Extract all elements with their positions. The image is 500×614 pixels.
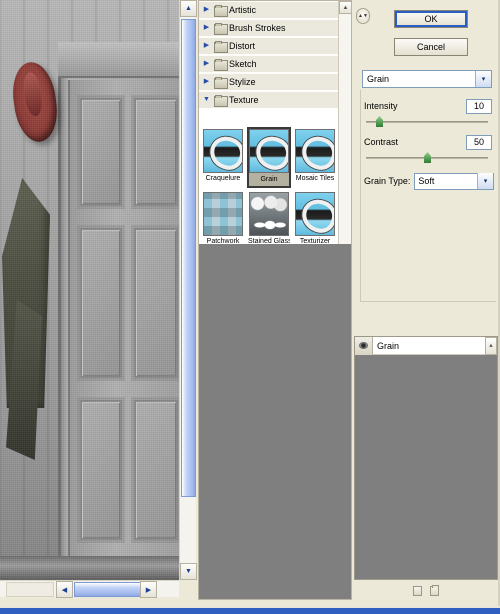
filter-thumb-label: Stained Glass — [248, 238, 290, 244]
intensity-slider-track[interactable] — [366, 121, 488, 123]
filter-thumb-mosaic-tiles[interactable]: Mosaic Tiles — [293, 127, 337, 188]
category-label: Distort — [229, 40, 256, 51]
grain-type-label: Grain Type: — [364, 176, 411, 186]
filter-thumb-label: Grain — [260, 176, 278, 183]
filter-thumbnail-grid: Craquelure Grain Mosaic Tiles Patchwork … — [201, 127, 337, 244]
category-label: Brush Strokes — [229, 22, 286, 33]
chevron-right-icon[interactable]: ▶ — [202, 78, 211, 85]
preview-vertical-scroll-thumb[interactable] — [181, 19, 196, 497]
filter-thumb-patchwork[interactable]: Patchwork — [201, 190, 245, 244]
category-row-stylize[interactable]: ▶ Stylize — [199, 73, 351, 91]
preview-horizontal-scrollbar[interactable]: ◀ ▶ — [0, 580, 179, 598]
filter-preview-image — [203, 129, 243, 173]
effect-layers-list[interactable]: Grain ▲ — [354, 336, 498, 580]
contrast-label: Contrast — [364, 137, 399, 147]
folder-icon — [214, 94, 228, 107]
effect-layer-name: Grain — [377, 340, 400, 351]
filter-thumb-label: Texturizer — [299, 238, 331, 244]
intensity-label: Intensity — [364, 101, 398, 111]
filter-gallery-pane: ▶ Artistic ▶ Brush Strokes ▶ Distort ▶ S… — [198, 0, 352, 600]
category-row-artistic[interactable]: ▶ Artistic — [199, 1, 351, 19]
gallery-empty-area — [338, 244, 351, 599]
grain-type-row: Grain Type: Soft ▾ — [364, 172, 494, 190]
grain-type-select[interactable]: Soft ▾ — [414, 172, 494, 190]
filter-thumb-label: Craquelure — [205, 175, 241, 182]
contrast-value-input[interactable]: 50 — [466, 134, 492, 150]
folder-icon — [214, 76, 228, 89]
filter-preview-image — [249, 192, 289, 236]
scroll-up-icon[interactable]: ▲ — [485, 337, 497, 355]
filter-preview-image — [203, 192, 243, 236]
image-preview-pane: ▲ ▼ ▼ ◀ ▶ — [0, 0, 197, 600]
chevron-right-icon[interactable]: ▶ — [202, 60, 211, 67]
filter-thumb-stained-glass[interactable]: Stained Glass — [247, 190, 291, 244]
scroll-left-icon[interactable]: ◀ — [56, 581, 73, 598]
filter-thumb-grain[interactable]: Grain — [247, 127, 291, 188]
effect-layer-row[interactable]: Grain ▲ — [355, 336, 497, 355]
filter-preview-image — [295, 129, 335, 173]
scroll-up-icon[interactable]: ▲ — [180, 0, 197, 17]
contrast-slider[interactable] — [366, 152, 488, 164]
intensity-slider-knob[interactable] — [376, 116, 383, 127]
filter-preview-image — [295, 192, 335, 236]
eye-icon — [359, 342, 368, 349]
delete-effect-layer-icon[interactable] — [430, 585, 439, 596]
effect-layers-toolbar — [354, 584, 498, 598]
intensity-slider[interactable] — [366, 116, 488, 128]
chevron-down-icon[interactable]: ▼ — [202, 96, 211, 103]
chevron-down-icon[interactable]: ▾ — [475, 71, 491, 87]
folder-icon — [214, 40, 228, 53]
filter-preview-image — [249, 129, 289, 173]
intensity-value-input[interactable]: 10 — [466, 98, 492, 114]
category-row-brush-strokes[interactable]: ▶ Brush Strokes — [199, 19, 351, 37]
photo-grain-overlay — [0, 0, 179, 580]
chevron-down-icon[interactable]: ▾ — [477, 173, 493, 189]
scroll-right-icon[interactable]: ▶ — [140, 581, 157, 598]
category-row-texture[interactable]: ▼ Texture — [199, 91, 351, 109]
gallery-scrollbar[interactable]: ▲ — [338, 1, 351, 244]
folder-icon — [214, 22, 228, 35]
grain-type-value: Soft — [418, 176, 435, 186]
image-preview-canvas[interactable] — [0, 0, 179, 580]
ok-button[interactable]: OK — [394, 10, 468, 28]
preview-horizontal-scroll-trough[interactable] — [6, 582, 54, 597]
filter-thumb-texturizer[interactable]: Texturizer — [293, 190, 337, 244]
new-effect-layer-icon[interactable] — [413, 586, 422, 596]
toggle-gallery-visibility-button[interactable]: ▲▼ — [356, 8, 370, 24]
chevron-right-icon[interactable]: ▶ — [202, 6, 211, 13]
cancel-button[interactable]: Cancel — [394, 38, 468, 56]
chevron-right-icon[interactable]: ▶ — [202, 24, 211, 31]
filter-thumb-craquelure[interactable]: Craquelure — [201, 127, 245, 188]
category-label: Stylize — [229, 76, 256, 87]
category-row-distort[interactable]: ▶ Distort — [199, 37, 351, 55]
filter-thumb-label: Mosaic Tiles — [295, 175, 335, 182]
chevron-right-icon[interactable]: ▶ — [202, 42, 211, 49]
folder-icon — [214, 4, 228, 17]
filter-select[interactable]: Grain ▾ — [362, 70, 492, 88]
filter-category-list[interactable]: ▶ Artistic ▶ Brush Strokes ▶ Distort ▶ S… — [199, 1, 351, 244]
effect-layers-pane: Grain ▲ — [354, 336, 498, 598]
folder-icon — [214, 58, 228, 71]
intensity-field-row: Intensity 10 — [364, 98, 492, 114]
category-label: Sketch — [229, 58, 257, 69]
contrast-field-row: Contrast 50 — [364, 134, 492, 150]
filter-select-value: Grain — [367, 74, 390, 84]
category-label: Artistic — [229, 4, 256, 15]
dialog-bottom-strip — [0, 606, 500, 614]
scroll-down-icon[interactable]: ▼ — [180, 563, 197, 580]
filter-gallery-dialog: ▲ ▼ ▼ ◀ ▶ ▶ Artistic ▶ Brush Strokes — [0, 0, 500, 614]
scroll-up-icon[interactable]: ▲ — [339, 1, 351, 14]
category-row-sketch[interactable]: ▶ Sketch — [199, 55, 351, 73]
preview-vertical-scrollbar[interactable]: ▲ ▼ — [179, 0, 197, 580]
layer-visibility-toggle[interactable] — [355, 336, 373, 355]
contrast-slider-knob[interactable] — [424, 152, 431, 163]
category-label: Texture — [229, 94, 259, 105]
filter-thumb-label: Patchwork — [206, 238, 240, 244]
